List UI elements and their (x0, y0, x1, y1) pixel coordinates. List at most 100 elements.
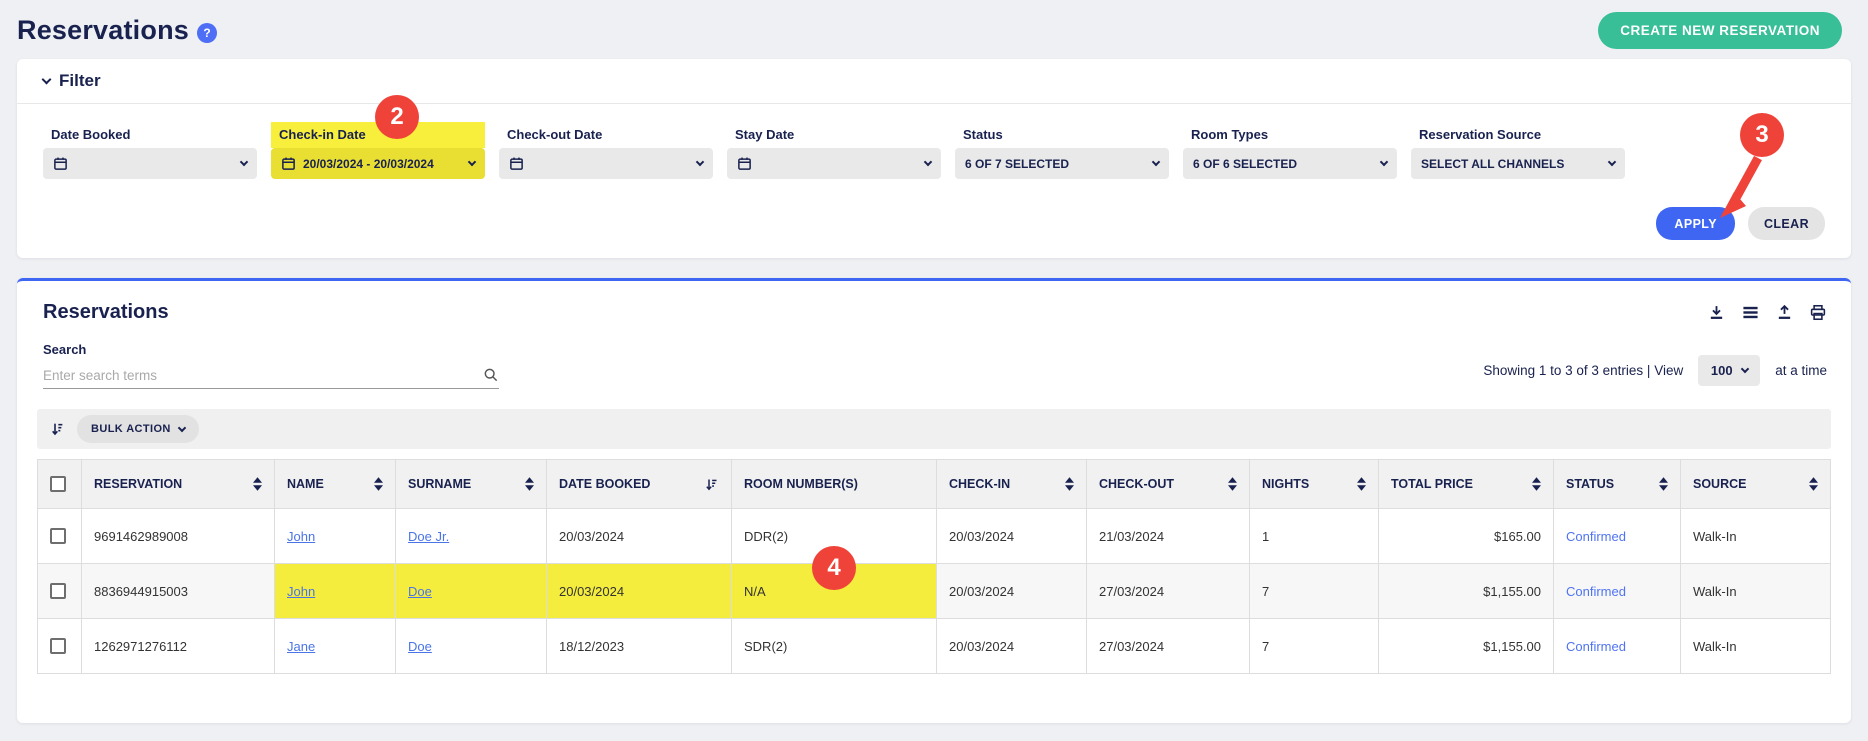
filter-panel: Filter Date Booked Check-in Date 20/03/2… (17, 59, 1851, 258)
chevron-down-icon (1380, 158, 1388, 166)
total-price-cell: $1,155.00 (1379, 619, 1554, 674)
guest-surname-link[interactable]: Doe Jr. (408, 529, 449, 544)
search-box (43, 367, 499, 389)
nights-cell: 1 (1250, 509, 1379, 564)
check-out-cell: 27/03/2024 (1087, 564, 1250, 619)
status-link[interactable]: Confirmed (1566, 639, 1626, 654)
room-types-select[interactable]: 6 OF 6 SELECTED (1183, 148, 1397, 179)
check-in-cell: 20/03/2024 (937, 564, 1087, 619)
search-input[interactable] (43, 368, 483, 383)
date-booked-label: Date Booked (43, 122, 257, 148)
column-header-status[interactable]: STATUS (1554, 460, 1681, 509)
nights-cell: 7 (1250, 564, 1379, 619)
bulk-action-button[interactable]: BULK ACTION (77, 415, 199, 443)
reservation-id-cell: 1262971276112 (82, 619, 275, 674)
row-checkbox[interactable] (50, 528, 66, 544)
status-label: Status (955, 122, 1169, 148)
reservation-source-select[interactable]: SELECT ALL CHANNELS (1411, 148, 1625, 179)
room-types-label: Room Types (1183, 122, 1397, 148)
chevron-down-icon (1740, 365, 1748, 373)
column-header-date-booked[interactable]: DATE BOOKED (547, 460, 732, 509)
guest-name-link[interactable]: John (287, 529, 315, 544)
search-label: Search (43, 342, 499, 357)
guest-name-link[interactable]: Jane (287, 639, 315, 654)
sort-icon (525, 477, 534, 491)
reservation-id-cell: 8836944915003 (82, 564, 275, 619)
row-checkbox[interactable] (50, 638, 66, 654)
column-header-surname[interactable]: SURNAME (396, 460, 547, 509)
chevron-down-icon (1608, 158, 1616, 166)
column-header-check-in[interactable]: CHECK-IN (937, 460, 1087, 509)
sort-icon (374, 477, 383, 491)
annotation-step-3-badge: 3 (1740, 113, 1784, 157)
chevron-down-icon (696, 158, 704, 166)
reservations-page: Reservations ? CREATE NEW RESERVATION Fi… (0, 0, 1868, 741)
guest-name-link[interactable]: John (287, 584, 315, 599)
check-out-date-picker[interactable] (499, 148, 713, 179)
print-icon[interactable] (1809, 304, 1827, 321)
column-header-check-out[interactable]: CHECK-OUT (1087, 460, 1250, 509)
page-size-value: 100 (1711, 363, 1733, 378)
filter-title: Filter (59, 71, 101, 91)
filter-field-check-in-date: Check-in Date 20/03/2024 - 20/03/2024 (271, 122, 485, 179)
filter-field-reservation-source: Reservation Source SELECT ALL CHANNELS (1411, 122, 1625, 179)
filter-field-status: Status 6 OF 7 SELECTED (955, 122, 1169, 179)
check-in-date-picker[interactable]: 20/03/2024 - 20/03/2024 (271, 148, 485, 179)
guest-surname-link[interactable]: Doe (408, 639, 432, 654)
check-in-date-value: 20/03/2024 - 20/03/2024 (303, 157, 434, 171)
status-link[interactable]: Confirmed (1566, 584, 1626, 599)
sort-icon (1532, 477, 1541, 491)
table-row: 1262971276112 Jane Doe 18/12/2023 SDR(2)… (38, 619, 1831, 674)
check-out-date-label: Check-out Date (499, 122, 713, 148)
select-all-checkbox[interactable] (50, 476, 66, 492)
upload-icon[interactable] (1776, 304, 1793, 321)
source-cell: Walk-In (1681, 564, 1831, 619)
column-header-total-price[interactable]: TOTAL PRICE (1379, 460, 1554, 509)
filter-fields-row: Date Booked Check-in Date 20/03/2024 - 2… (17, 104, 1851, 179)
column-header-reservation[interactable]: RESERVATION (82, 460, 275, 509)
sort-amount-icon[interactable] (49, 421, 65, 437)
sort-icon (1357, 477, 1366, 491)
room-numbers-cell: SDR(2) (732, 619, 937, 674)
guest-surname-link[interactable]: Doe (408, 584, 432, 599)
status-link[interactable]: Confirmed (1566, 529, 1626, 544)
chevron-down-icon (924, 158, 932, 166)
reservations-table-panel: Reservations Search (17, 278, 1851, 723)
source-cell: Walk-In (1681, 509, 1831, 564)
row-checkbox[interactable] (50, 583, 66, 599)
table-row: 9691462989008 John Doe Jr. 20/03/2024 DD… (38, 509, 1831, 564)
calendar-icon (53, 156, 68, 171)
column-header-source[interactable]: SOURCE (1681, 460, 1831, 509)
date-booked-cell: 18/12/2023 (547, 619, 732, 674)
stay-date-picker[interactable] (727, 148, 941, 179)
column-header-name[interactable]: NAME (275, 460, 396, 509)
create-new-reservation-button[interactable]: CREATE NEW RESERVATION (1598, 12, 1842, 49)
reservation-source-value: SELECT ALL CHANNELS (1421, 157, 1564, 171)
calendar-icon (509, 156, 524, 171)
status-select[interactable]: 6 OF 7 SELECTED (955, 148, 1169, 179)
column-header-room-numbers[interactable]: ROOM NUMBER(S) (732, 460, 937, 509)
column-header-nights[interactable]: NIGHTS (1250, 460, 1379, 509)
calendar-icon (737, 156, 752, 171)
sort-icon (253, 477, 262, 491)
stay-date-label: Stay Date (727, 122, 941, 148)
table-row: 8836944915003 John Doe 20/03/2024 N/A 20… (38, 564, 1831, 619)
reservation-source-label: Reservation Source (1411, 122, 1625, 148)
filter-collapse-header[interactable]: Filter (17, 59, 1851, 104)
download-icon[interactable] (1708, 304, 1725, 321)
help-icon[interactable]: ? (197, 23, 217, 43)
page-size-select[interactable]: 100 (1698, 355, 1760, 386)
table-toolbar (1708, 304, 1827, 321)
filter-field-stay-date: Stay Date (727, 122, 941, 179)
source-cell: Walk-In (1681, 619, 1831, 674)
total-price-cell: $1,155.00 (1379, 564, 1554, 619)
sort-desc-icon (704, 477, 719, 492)
columns-icon[interactable] (1741, 304, 1760, 321)
chevron-down-icon (178, 423, 186, 431)
chevron-down-icon (240, 158, 248, 166)
date-booked-picker[interactable] (43, 148, 257, 179)
check-out-cell: 21/03/2024 (1087, 509, 1250, 564)
annotation-step-4-badge: 4 (812, 546, 856, 590)
calendar-icon (281, 156, 296, 171)
date-booked-cell: 20/03/2024 (547, 564, 732, 619)
